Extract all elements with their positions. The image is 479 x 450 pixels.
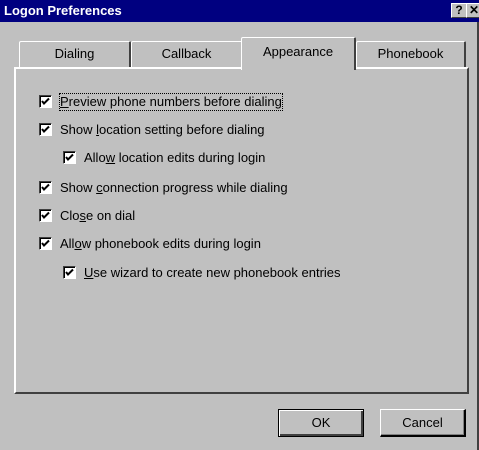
appearance-panel: Preview phone numbers before dialing Sho…	[14, 67, 469, 394]
tab-dialing-label: Dialing	[54, 46, 95, 61]
tab-appearance-label: Appearance	[262, 44, 334, 59]
checkmark-icon	[65, 153, 74, 161]
checkmark-icon	[41, 97, 50, 105]
checkbox[interactable]	[39, 123, 52, 136]
checkbox[interactable]	[63, 151, 76, 164]
option-label: Use wizard to create new phonebook entri…	[84, 265, 341, 280]
option-label: Preview phone numbers before dialing	[59, 93, 283, 111]
checkbox[interactable]	[39, 95, 52, 108]
checkbox[interactable]	[39, 237, 52, 250]
help-button[interactable]: ?	[451, 3, 467, 18]
checkbox[interactable]	[63, 266, 76, 279]
close-button[interactable]: ✕	[466, 3, 479, 18]
window-title: Logon Preferences	[4, 3, 122, 18]
checkmark-icon	[41, 239, 50, 247]
tab-phonebook[interactable]: Phonebook	[356, 41, 466, 68]
tab-callback-label: Callback	[161, 46, 212, 61]
cancel-button[interactable]: Cancel	[380, 409, 466, 437]
option-label: Show location setting before dialing	[60, 122, 265, 137]
checkbox[interactable]	[39, 181, 52, 194]
ok-button[interactable]: OK	[278, 409, 364, 437]
tab-dialing[interactable]: Dialing	[19, 41, 131, 68]
checkmark-icon	[41, 183, 50, 191]
tab-phonebook-label: Phonebook	[377, 46, 444, 61]
option-label: Allow phonebook edits during login	[60, 236, 261, 251]
title-bar: Logon Preferences ? ✕	[0, 0, 479, 22]
option-label: Allow location edits during login	[84, 150, 266, 165]
checkmark-icon	[41, 211, 50, 219]
checkbox[interactable]	[39, 209, 52, 222]
tab-callback[interactable]: Callback	[131, 41, 243, 68]
checkmark-icon	[41, 125, 50, 133]
option-label: Close on dial	[60, 208, 136, 223]
tab-appearance[interactable]: Appearance	[241, 37, 356, 70]
option-label: Show connection progress while dialing	[60, 180, 288, 195]
checkmark-icon	[65, 268, 74, 276]
